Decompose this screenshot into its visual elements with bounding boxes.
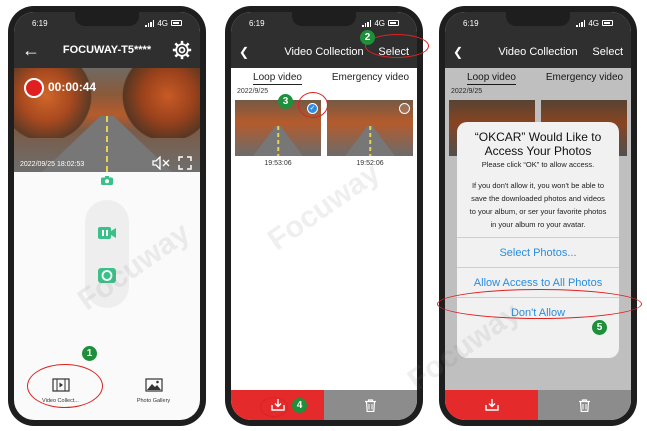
tree-right xyxy=(120,68,200,138)
battery-icon xyxy=(171,20,182,26)
select-button[interactable]: Select xyxy=(592,46,623,58)
date-header: 2022/9/25 xyxy=(237,88,269,95)
highlight-ring xyxy=(298,92,328,118)
highlight-ring xyxy=(260,397,288,417)
record-button[interactable] xyxy=(24,78,44,98)
step-badge-4: 4 xyxy=(292,398,307,413)
status-time: 6:19 xyxy=(249,18,265,28)
signal-icon xyxy=(145,19,155,27)
battery-icon xyxy=(388,20,399,26)
tab-photo-label: Photo Gallery xyxy=(136,398,171,404)
control-pill xyxy=(85,200,129,308)
battery-icon xyxy=(602,20,613,26)
gear-icon[interactable] xyxy=(172,40,192,60)
tab-loop-video[interactable]: Loop video xyxy=(231,68,324,88)
select-circle-icon[interactable] xyxy=(399,103,410,114)
back-chevron-icon[interactable]: ❮ xyxy=(239,45,249,59)
tab-loop-label: Loop video xyxy=(253,72,302,85)
highlight-ring xyxy=(27,364,103,408)
select-photos-button[interactable]: Select Photos... xyxy=(457,237,619,267)
video-thumbnail[interactable] xyxy=(327,100,413,156)
notch xyxy=(75,12,139,26)
image-icon xyxy=(144,378,163,392)
download-icon xyxy=(484,399,499,411)
back-chevron-icon[interactable]: ❮ xyxy=(453,45,463,59)
dialog-title: “OKCAR” Would Like to Access Your Photos xyxy=(474,130,602,158)
dialog-subtitle: Please click “OK” to allow access. xyxy=(481,160,595,169)
screen-video-collection: 6:19 4G ❮ Video Collection Select Loop v… xyxy=(231,12,417,420)
download-button[interactable] xyxy=(445,390,538,420)
video-record-icon[interactable] xyxy=(96,222,118,244)
dialog-body: If you don't allow it, you won't be able… xyxy=(469,181,607,229)
tab-emergency-video[interactable]: Emergency video xyxy=(324,68,417,88)
tab-photo-gallery[interactable]: Photo Gallery xyxy=(107,362,200,420)
camera-small-icon xyxy=(101,176,113,185)
network-label: 4G xyxy=(588,18,599,28)
step-badge-5: 5 xyxy=(592,320,607,335)
thumbnail-time: 19:53:06 xyxy=(264,160,292,167)
snapshot-icon[interactable] xyxy=(96,264,118,286)
road-line xyxy=(106,116,108,172)
thumbnail-time: 19:52:06 xyxy=(356,160,384,167)
step-badge-2: 2 xyxy=(360,30,375,45)
status-time: 6:19 xyxy=(32,18,48,28)
screen-permission: 6:19 4G ❮ Video Collection Select Loop v… xyxy=(445,12,631,420)
live-video-preview[interactable]: 00:00:44 2022/09/25 18:02:53 xyxy=(14,68,200,172)
video-type-tabs: Loop video Emergency video xyxy=(231,68,417,88)
tab-emergency-label: Emergency video xyxy=(331,72,410,83)
signal-icon xyxy=(362,19,372,27)
back-arrow-icon[interactable]: ← xyxy=(22,38,40,62)
network-label: 4G xyxy=(374,18,385,28)
tree-left xyxy=(14,68,94,138)
highlight-ring xyxy=(437,289,642,319)
video-timestamp: 2022/09/25 18:02:53 xyxy=(20,161,85,168)
record-timer: 00:00:44 xyxy=(48,80,97,94)
fullscreen-icon[interactable] xyxy=(178,156,192,170)
network-label: 4G xyxy=(157,18,168,28)
delete-button[interactable] xyxy=(324,390,417,420)
status-time: 6:19 xyxy=(463,18,479,28)
trash-icon xyxy=(579,398,590,412)
notch xyxy=(506,12,570,26)
mute-icon[interactable] xyxy=(152,156,170,170)
delete-button[interactable] xyxy=(538,390,631,420)
phone-video-collection: 6:19 4G ❮ Video Collection Select Loop v… xyxy=(225,6,423,426)
screen-live-view: 6:19 4G ← FOCUWAY-T5**** 00:00:44 2022/0… xyxy=(14,12,200,420)
step-badge-3: 3 xyxy=(278,94,293,109)
action-bar xyxy=(231,390,417,420)
notch xyxy=(292,12,356,26)
trash-icon xyxy=(365,398,376,412)
signal-icon xyxy=(576,19,586,27)
step-badge-1: 1 xyxy=(82,346,97,361)
phone-live-view: 6:19 4G ← FOCUWAY-T5**** 00:00:44 2022/0… xyxy=(8,6,206,426)
phone-permission: 6:19 4G ❮ Video Collection Select Loop v… xyxy=(439,6,637,426)
action-bar xyxy=(445,390,631,420)
